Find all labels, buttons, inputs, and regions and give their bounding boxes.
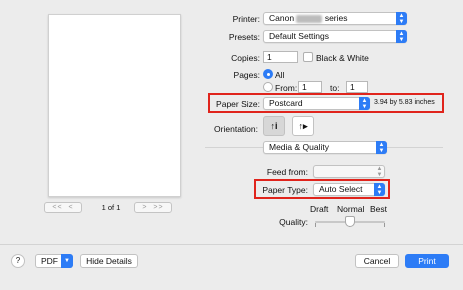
- updown-arrows-icon: ▲ ▼: [376, 166, 383, 178]
- printer-select[interactable]: Canon series ▲ ▼: [263, 12, 407, 25]
- page-preview: [48, 14, 181, 197]
- last-page-icon: >>: [153, 204, 164, 211]
- landscape-icon: ↑▸: [298, 121, 308, 131]
- next-page-icon: >: [142, 204, 148, 211]
- feed-from-select[interactable]: ▲ ▼: [313, 165, 385, 178]
- paper-type-select[interactable]: Auto Select ▲ ▼: [313, 183, 385, 196]
- portrait-icon: ↑i: [270, 121, 278, 131]
- portrait-orientation-button[interactable]: ↑i: [263, 116, 285, 136]
- print-button[interactable]: Print: [405, 254, 449, 268]
- pages-to-label: to:: [330, 83, 340, 93]
- section-value: Media & Quality: [269, 142, 329, 152]
- pages-range-radio[interactable]: [263, 82, 273, 92]
- paper-size-value: Postcard: [269, 98, 303, 108]
- black-white-label: Black & White: [316, 53, 369, 63]
- feed-from-label: Feed from:: [266, 167, 308, 177]
- landscape-orientation-button[interactable]: ↑▸: [292, 116, 314, 136]
- quality-label: Quality:: [279, 217, 308, 227]
- hide-details-button[interactable]: Hide Details: [80, 254, 138, 268]
- copies-field[interactable]: 1: [263, 51, 298, 63]
- updown-arrows-icon: ▲ ▼: [396, 12, 407, 25]
- paper-size-select[interactable]: Postcard ▲ ▼: [263, 97, 370, 110]
- updown-arrows-icon: ▲ ▼: [396, 30, 407, 43]
- help-button[interactable]: ?: [11, 254, 25, 268]
- paper-dimensions: 3.94 by 5.83 inches: [374, 99, 435, 106]
- paper-type-label: Paper Type:: [262, 185, 308, 195]
- black-white-checkbox[interactable]: [303, 52, 313, 62]
- orientation-label: Orientation:: [214, 124, 258, 134]
- paper-size-label: Paper Size:: [216, 99, 260, 109]
- pages-all-radio[interactable]: [263, 69, 273, 79]
- prev-page-icon: <: [68, 204, 74, 211]
- presets-select[interactable]: Default Settings ▲ ▼: [263, 30, 407, 43]
- updown-arrows-icon: ▲ ▼: [376, 141, 387, 154]
- section-select[interactable]: Media & Quality ▲ ▼: [263, 141, 387, 154]
- printer-name-suffix: series: [324, 13, 348, 23]
- printer-name-prefix: Canon: [269, 13, 295, 23]
- updown-arrows-icon: ▲ ▼: [359, 97, 370, 110]
- redacted-model: [296, 14, 323, 23]
- copies-label: Copies:: [231, 53, 260, 63]
- cancel-button[interactable]: Cancel: [355, 254, 399, 268]
- updown-arrows-icon: ▲ ▼: [374, 183, 385, 196]
- presets-value: Default Settings: [269, 31, 330, 41]
- pdf-label: PDF: [41, 256, 58, 266]
- printer-label: Printer:: [232, 14, 260, 24]
- paper-type-value: Auto Select: [319, 184, 363, 194]
- chevron-down-icon: ▼: [61, 254, 73, 268]
- pdf-menu-button[interactable]: PDF ▼: [35, 254, 73, 268]
- page-indicator: 1 of 1: [101, 203, 121, 212]
- presets-label: Presets:: [228, 32, 260, 42]
- first-page-icon: <<: [52, 204, 63, 211]
- preview-nav-forward[interactable]: > >>: [134, 202, 172, 213]
- preview-nav-back[interactable]: << <: [44, 202, 82, 213]
- footer-separator: [0, 244, 463, 245]
- pages-from-label: From:: [275, 83, 298, 93]
- pages-all-label: All: [275, 70, 285, 80]
- quality-best-label: Best: [370, 204, 388, 214]
- pages-label: Pages:: [233, 70, 260, 80]
- quality-normal-label: Normal: [337, 204, 365, 214]
- pages-to-field[interactable]: 1: [346, 81, 368, 93]
- pages-from-field[interactable]: 1: [298, 81, 322, 93]
- quality-draft-label: Draft: [310, 204, 329, 214]
- quality-slider-thumb[interactable]: [345, 216, 355, 227]
